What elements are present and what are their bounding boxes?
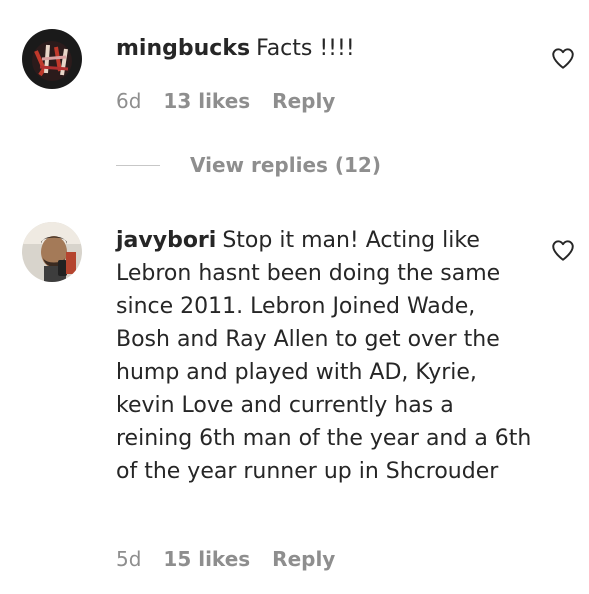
likes-count[interactable]: 13 likes (163, 89, 250, 113)
avatar[interactable] (22, 29, 82, 89)
comment-username[interactable]: javybori (116, 228, 216, 253)
like-heart-icon[interactable] (550, 45, 576, 71)
comment-body: javybori Stop it man! Acting like Lebron … (116, 224, 536, 488)
avatar[interactable] (22, 222, 82, 282)
avatar-image (22, 222, 82, 282)
view-replies-label: View replies (12) (190, 153, 381, 177)
comment-meta: 5d 15 likes Reply (116, 547, 335, 571)
comment-text: Stop it man! Acting like Lebron hasnt be… (116, 228, 532, 484)
comment-age: 6d (116, 89, 142, 113)
comment-body: mingbucks Facts !!!! (116, 32, 536, 65)
comment-age: 5d (116, 547, 142, 571)
view-replies-button[interactable]: View replies (12) (116, 150, 381, 180)
avatar-image (22, 29, 82, 89)
comment-text: Facts !!!! (256, 36, 355, 61)
comment-username[interactable]: mingbucks (116, 36, 250, 61)
reply-button[interactable]: Reply (272, 547, 335, 571)
divider-line (116, 164, 160, 166)
reply-button[interactable]: Reply (272, 89, 335, 113)
comment-meta: 6d 13 likes Reply (116, 89, 335, 113)
like-heart-icon[interactable] (550, 237, 576, 263)
likes-count[interactable]: 15 likes (163, 547, 250, 571)
